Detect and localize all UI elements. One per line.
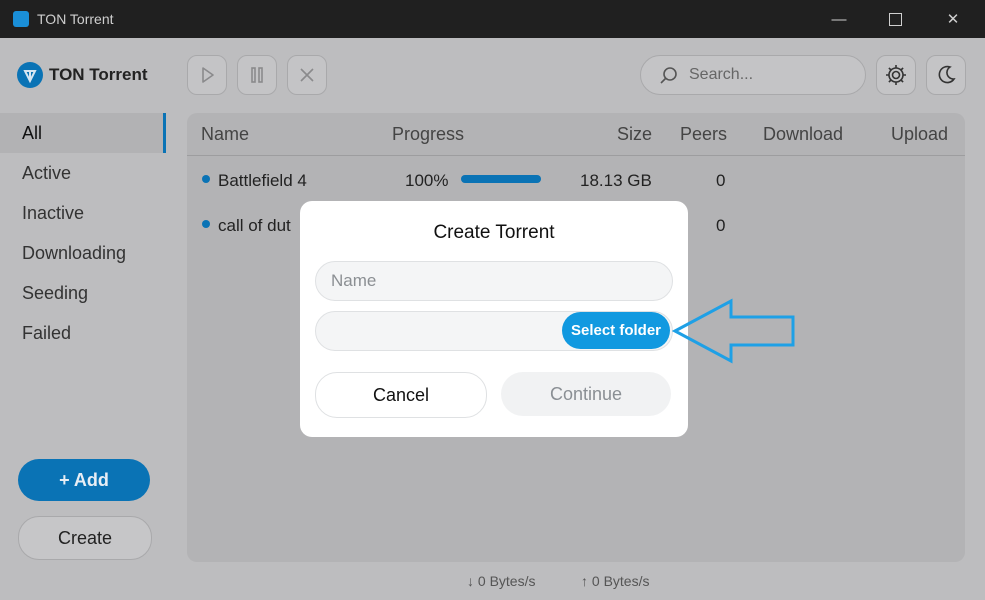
row-name[interactable]: Battlefield 4 bbox=[218, 171, 307, 191]
logo-text: TON Torrent bbox=[49, 65, 148, 84]
play-icon bbox=[202, 67, 214, 83]
sidebar-item-seeding[interactable]: Seeding bbox=[0, 273, 166, 313]
search-icon bbox=[660, 67, 677, 84]
gear-icon bbox=[886, 65, 906, 85]
window-title: TON Torrent bbox=[37, 11, 114, 27]
sidebar-item-failed[interactable]: Failed bbox=[0, 313, 166, 353]
sidebar-item-active[interactable]: Active bbox=[0, 153, 166, 193]
dialog-title: Create Torrent bbox=[433, 222, 555, 243]
moon-icon bbox=[938, 65, 956, 84]
name-input[interactable] bbox=[316, 262, 672, 300]
search-placeholder: Search... bbox=[689, 66, 754, 83]
sidebar-item-downloading[interactable]: Downloading bbox=[0, 233, 166, 273]
theme-button[interactable] bbox=[926, 55, 966, 95]
pause-button[interactable] bbox=[237, 55, 277, 95]
ton-logo-icon bbox=[17, 62, 43, 88]
play-button[interactable] bbox=[187, 55, 227, 95]
close-icon[interactable]: ✕ bbox=[930, 0, 976, 38]
pause-icon bbox=[251, 67, 263, 83]
name-field[interactable] bbox=[315, 261, 673, 301]
header-divider bbox=[187, 155, 965, 156]
row-name[interactable]: call of dut bbox=[218, 216, 291, 236]
add-button[interactable]: + Add bbox=[18, 459, 150, 501]
maximize-icon[interactable] bbox=[872, 0, 918, 38]
upload-speed: ↑ 0 Bytes/s bbox=[581, 573, 650, 589]
column-header-upload[interactable]: Upload bbox=[891, 124, 948, 145]
row-peers: 0 bbox=[716, 216, 726, 235]
create-button[interactable]: Create bbox=[18, 516, 152, 560]
continue-button[interactable]: Continue bbox=[501, 372, 671, 416]
minimize-icon[interactable]: — bbox=[816, 0, 862, 38]
download-speed: ↓ 0 Bytes/s bbox=[467, 573, 536, 589]
remove-icon bbox=[300, 68, 314, 82]
progress-bar bbox=[461, 175, 541, 183]
progress-track bbox=[461, 175, 541, 183]
settings-button[interactable] bbox=[876, 55, 916, 95]
select-folder-button[interactable]: Select folder bbox=[562, 312, 670, 349]
app-icon bbox=[13, 11, 29, 27]
annotation-arrow-icon bbox=[672, 298, 795, 364]
row-size: 18.13 GB bbox=[580, 171, 652, 190]
remove-button[interactable] bbox=[287, 55, 327, 95]
column-header-peers[interactable]: Peers bbox=[680, 124, 727, 145]
cancel-button[interactable]: Cancel bbox=[315, 372, 487, 418]
column-header-progress[interactable]: Progress bbox=[392, 124, 464, 145]
status-dot bbox=[202, 220, 210, 228]
row-peers: 0 bbox=[716, 171, 726, 190]
column-header-download[interactable]: Download bbox=[763, 124, 843, 145]
column-header-size[interactable]: Size bbox=[617, 124, 652, 145]
column-header-name[interactable]: Name bbox=[201, 124, 249, 145]
sidebar-item-all[interactable]: All bbox=[0, 113, 166, 153]
status-dot bbox=[202, 175, 210, 183]
title-bar: TON Torrent — ✕ bbox=[0, 0, 985, 38]
row-progress-text: 100% bbox=[405, 171, 449, 190]
sidebar-item-inactive[interactable]: Inactive bbox=[0, 193, 166, 233]
search-box[interactable]: Search... bbox=[640, 55, 866, 95]
